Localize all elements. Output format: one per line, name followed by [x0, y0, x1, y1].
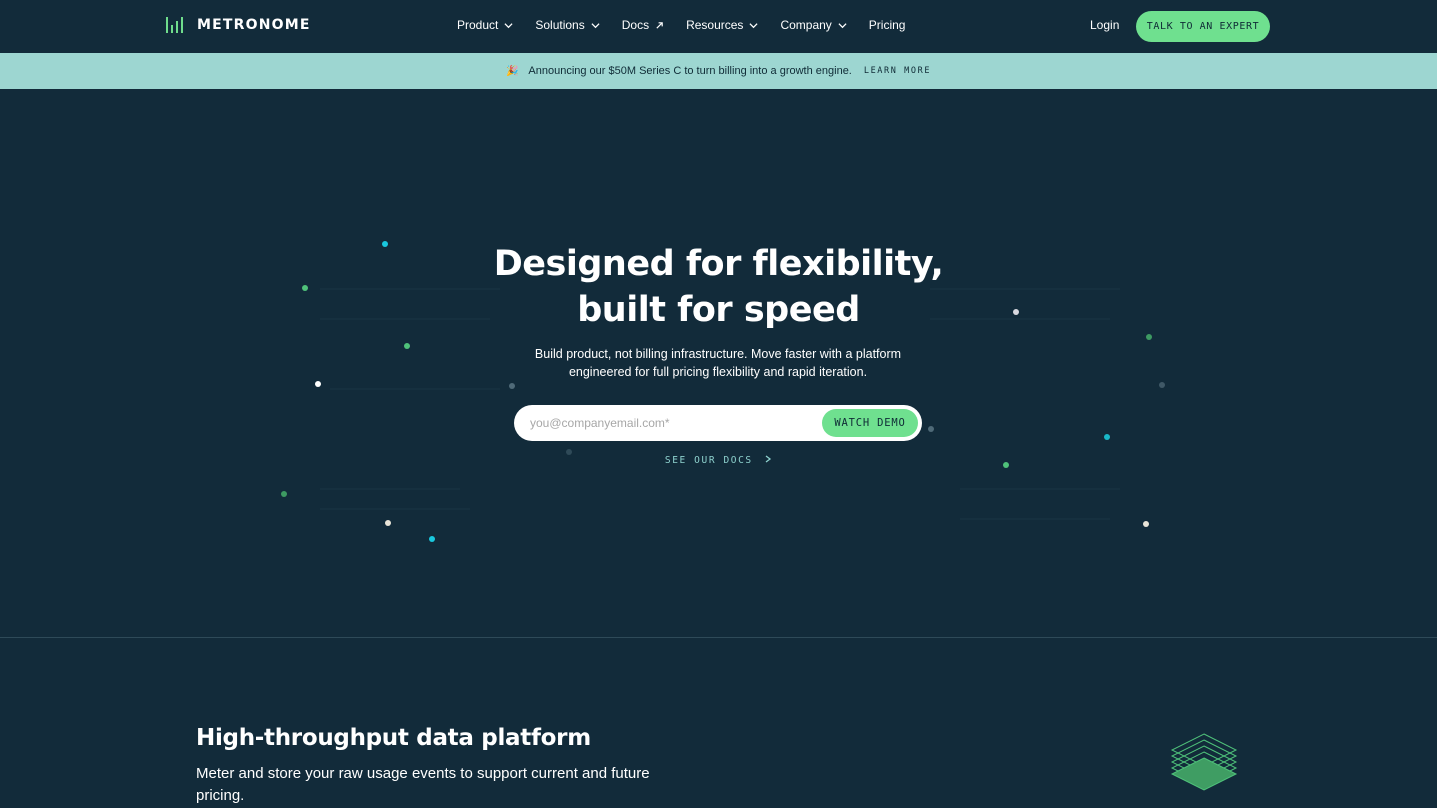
- nav-item-product[interactable]: Product: [457, 18, 513, 32]
- nav-item-pricing[interactable]: Pricing: [869, 18, 906, 32]
- hero-title-line-1: Designed for flexibility,: [493, 244, 944, 284]
- watch-demo-button[interactable]: WATCH DEMO: [822, 409, 918, 437]
- nav-item-label: Product: [457, 18, 499, 32]
- hero-subtitle: Build product, not billing infrastructur…: [534, 347, 902, 379]
- announcement-banner: 🎉 Announcing our $50M Series C to turn b…: [0, 53, 1437, 89]
- feature-description: Meter and store your raw usage events to…: [196, 765, 650, 804]
- main-menu: Product Solutions Docs Resources Company…: [457, 18, 927, 32]
- learn-more-link[interactable]: LEARN MORE: [864, 66, 931, 76]
- nav-item-resources[interactable]: Resources: [686, 18, 758, 32]
- nav-item-solutions[interactable]: Solutions: [535, 18, 600, 32]
- nav-item-label: Docs: [621, 18, 650, 32]
- particle-dot: [429, 536, 435, 542]
- particle-dot: [1146, 334, 1152, 340]
- see-docs-link[interactable]: SEE OUR DOCS: [0, 455, 1437, 466]
- hero-title: Designed for flexibility, built for spee…: [0, 241, 1437, 333]
- see-docs-label: SEE OUR DOCS: [664, 455, 753, 466]
- nav-item-label: Resources: [686, 18, 744, 32]
- external-arrow-icon: [656, 21, 663, 29]
- demo-email-form: WATCH DEMO: [514, 405, 922, 441]
- particle-dot: [1143, 521, 1149, 527]
- party-popper-icon: 🎉: [505, 65, 519, 77]
- feature-title: High-throughput data platform: [196, 725, 591, 751]
- particle-dot: [1159, 382, 1165, 388]
- chevron-down-icon: [838, 22, 847, 28]
- hero-section: Designed for flexibility, built for spee…: [0, 89, 1437, 638]
- hero-title-line-2: built for speed: [577, 290, 860, 330]
- particle-dot: [385, 520, 391, 526]
- nav-item-label: Company: [780, 18, 832, 32]
- particle-dot: [281, 491, 287, 497]
- particle-dot: [1104, 434, 1110, 440]
- announcement-text: Announcing our $50M Series C to turn bil…: [528, 65, 852, 77]
- nav-item-label: Pricing: [868, 18, 906, 32]
- chevron-right-icon: [765, 455, 772, 463]
- particle-dot: [404, 343, 410, 349]
- metronome-logo-icon: [166, 17, 183, 33]
- brand-logo[interactable]: METRONOME: [166, 17, 311, 33]
- brand-name: METRONOME: [197, 17, 311, 33]
- particle-dot: [315, 381, 321, 387]
- nav-item-label: Solutions: [535, 18, 585, 32]
- login-link[interactable]: Login: [1090, 18, 1119, 32]
- top-navigation: METRONOME Product Solutions Docs Resourc…: [0, 0, 1437, 53]
- layers-stack-icon: [1170, 733, 1238, 791]
- nav-item-docs[interactable]: Docs: [622, 18, 664, 32]
- email-input[interactable]: [530, 414, 820, 432]
- talk-to-expert-button[interactable]: TALK TO AN EXPERT: [1136, 11, 1270, 42]
- particle-dot: [928, 426, 934, 432]
- chevron-down-icon: [591, 22, 600, 28]
- particle-dot: [509, 383, 515, 389]
- chevron-down-icon: [749, 22, 758, 28]
- chevron-down-icon: [504, 22, 513, 28]
- nav-item-company[interactable]: Company: [780, 18, 847, 32]
